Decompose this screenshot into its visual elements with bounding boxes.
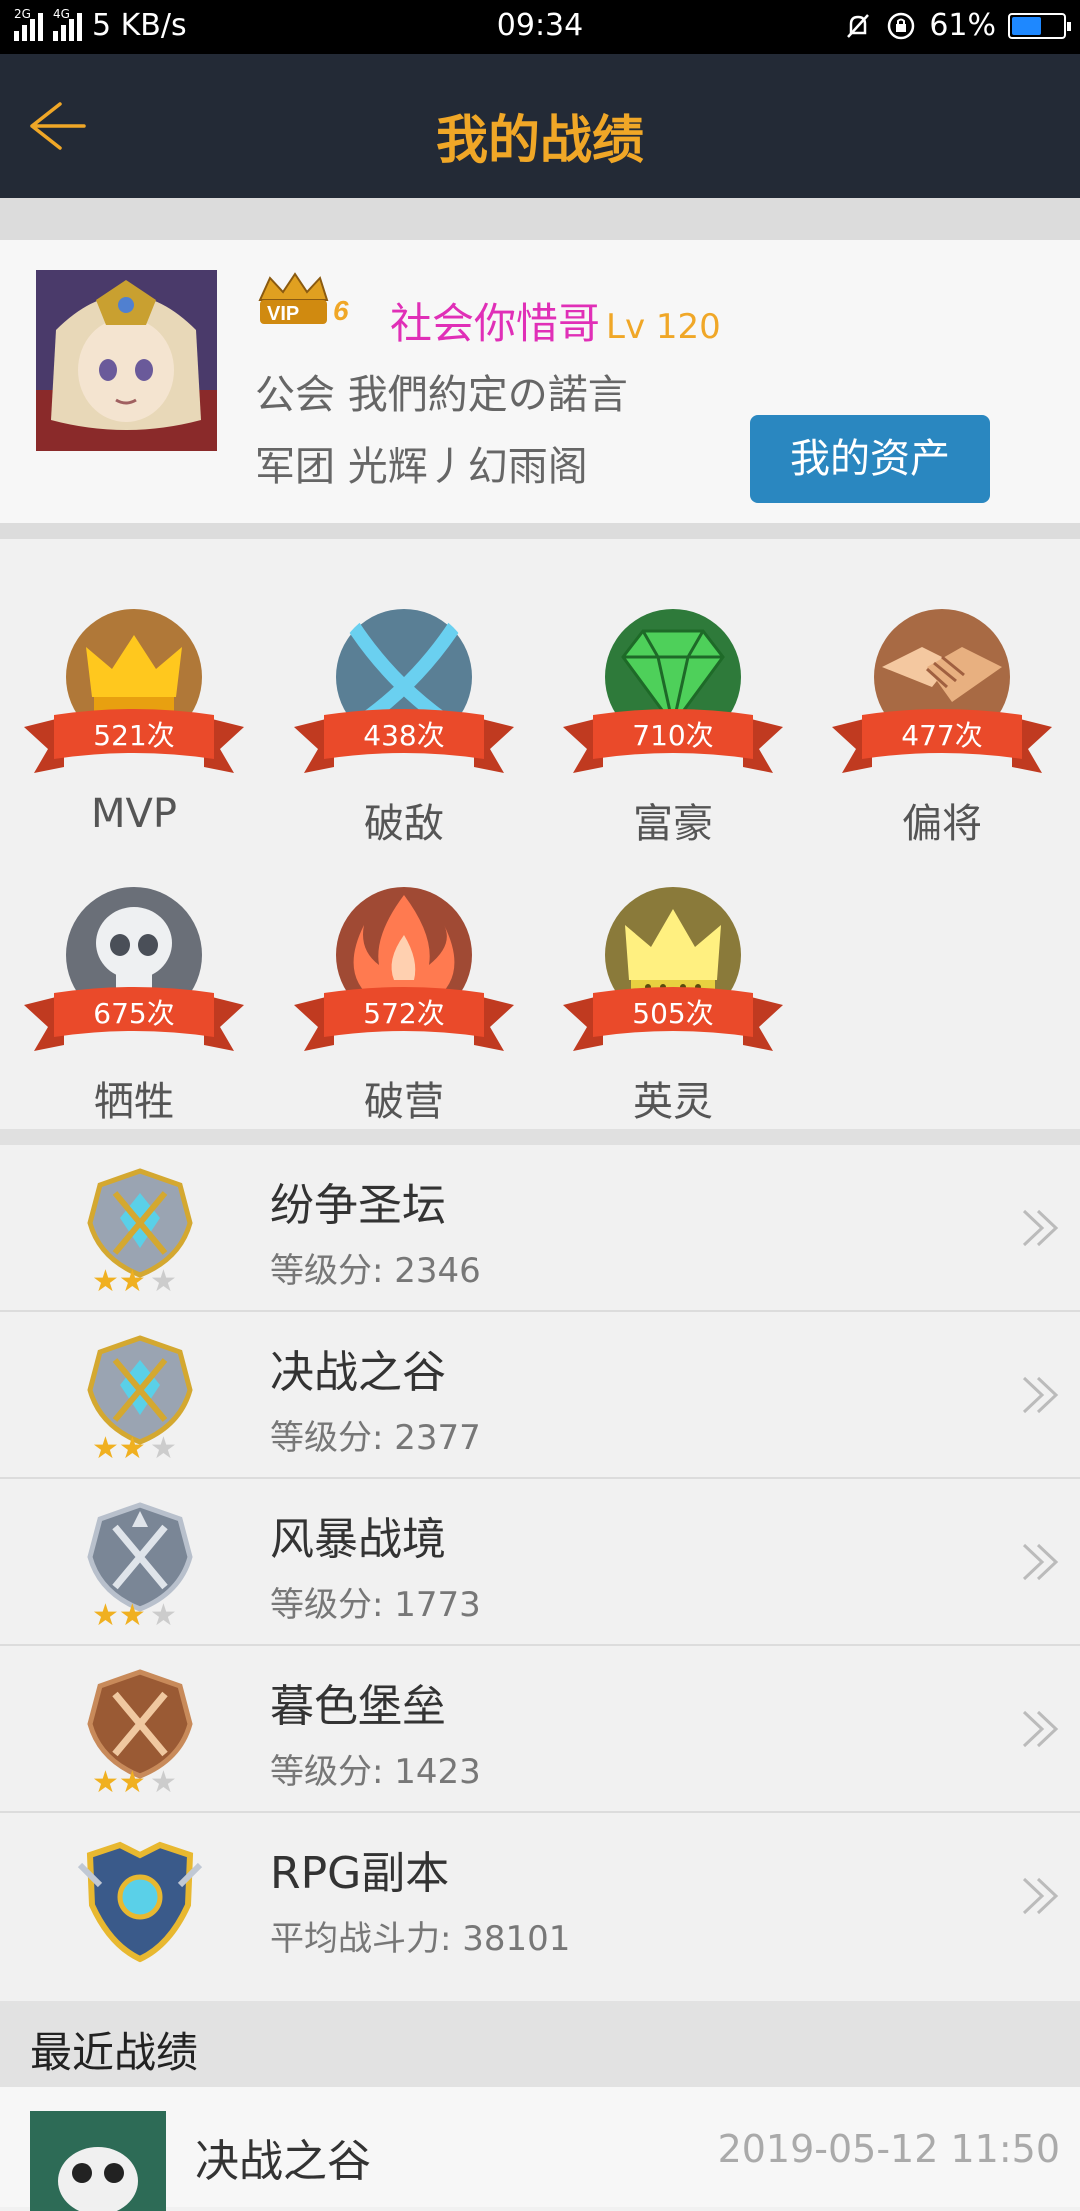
- profile-card: VIP 6 社会你惜哥 Lv 120 公会 我們約定の諾言 军团 光辉丿幻雨阁 我…: [0, 240, 1080, 523]
- section-title: 最近战绩: [30, 2028, 199, 2077]
- badge-label: 破敌: [364, 801, 444, 847]
- svg-text:★: ★: [150, 1264, 177, 1293]
- badge-xisheng[interactable]: 675次 牺牲: [24, 857, 244, 1125]
- battery-percent: 61%: [929, 8, 996, 43]
- badge-count: 675次: [93, 997, 175, 1030]
- badge-label: 偏将: [902, 801, 982, 847]
- badge-fuhao[interactable]: 710次 富豪: [563, 579, 783, 847]
- recent-record-item[interactable]: 决战之谷 2019-05-12 11:50: [0, 2087, 1080, 2211]
- divider: [0, 523, 1080, 539]
- svg-text:★: ★: [150, 1765, 177, 1794]
- status-bar: 2G 4G 5 KB/s 09:34 61%: [0, 0, 1080, 54]
- mode-score: 平均战斗力: 38101: [270, 1919, 571, 1959]
- svg-text:★★: ★★: [92, 1431, 146, 1460]
- mode-name: 风暴战境: [270, 1514, 446, 1565]
- svg-text:★: ★: [150, 1598, 177, 1627]
- silver-gold-emblem-icon: ★★ ★: [87, 1335, 193, 1460]
- badge-label: 英灵: [633, 1079, 713, 1125]
- divider: [0, 198, 1080, 240]
- mode-row[interactable]: ★★ ★ 暮色堡垒 等级分: 1423: [0, 1646, 1080, 1813]
- badge-pianjiang[interactable]: 477次 偏将: [832, 579, 1052, 847]
- navigation-bar: 我的战绩: [0, 54, 1080, 198]
- rotation-lock-icon: [888, 12, 915, 39]
- record-time: 2019-05-12 11:50: [717, 2127, 1060, 2171]
- svg-text:★★: ★★: [92, 1264, 146, 1293]
- divider: [0, 1129, 1080, 1145]
- achievement-badges: 521次 MVP 438次 破敌 710次 富豪 477次 偏将 675次 牺牲…: [0, 539, 1080, 1129]
- silver-emblem-icon: ★★ ★: [87, 1502, 193, 1627]
- mode-score: 等级分: 1423: [270, 1752, 481, 1792]
- record-mode-name: 决战之谷: [195, 2136, 371, 2187]
- badge-mvp[interactable]: 521次 MVP: [24, 579, 244, 839]
- badge-label: 牺牲: [94, 1079, 174, 1125]
- badge-count: 477次: [901, 719, 983, 752]
- mode-name: RPG副本: [270, 1848, 450, 1899]
- svg-text:★★: ★★: [92, 1765, 146, 1794]
- avatar[interactable]: [36, 270, 217, 451]
- player-level: Lv 120: [606, 307, 721, 347]
- clock: 09:34: [496, 8, 584, 43]
- double-chevron-right-icon: [1022, 1376, 1059, 1414]
- vip-badge-icon: VIP 6: [258, 272, 349, 326]
- badge-yingling[interactable]: 505次 英灵: [563, 857, 783, 1125]
- mode-score: 等级分: 2377: [270, 1418, 481, 1458]
- badge-count: 710次: [632, 719, 714, 752]
- mode-name: 暮色堡垒: [270, 1681, 446, 1732]
- badge-count: 505次: [632, 997, 714, 1030]
- mode-score: 等级分: 2346: [270, 1251, 481, 1291]
- badge-count: 438次: [363, 719, 445, 752]
- double-chevron-right-icon: [1022, 1877, 1059, 1915]
- badge-poying[interactable]: 572次 破营: [294, 857, 514, 1125]
- double-chevron-right-icon: [1022, 1543, 1059, 1581]
- silver-gold-emblem-icon: ★★ ★: [87, 1168, 193, 1293]
- mode-name: 决战之谷: [270, 1347, 446, 1398]
- mode-row[interactable]: ★★ ★ 风暴战境 等级分: 1773: [0, 1479, 1080, 1646]
- page-title: 我的战绩: [435, 111, 644, 171]
- gold-emblem-icon: [77, 1841, 203, 1963]
- badge-count: 521次: [93, 719, 175, 752]
- badge-label: MVP: [91, 791, 177, 837]
- badge-label: 破营: [364, 1079, 444, 1125]
- double-chevron-right-icon: [1022, 1710, 1059, 1748]
- vip-level: 6: [333, 295, 349, 326]
- mute-bell-icon: [847, 13, 870, 38]
- hero-thumbnail: [30, 2111, 166, 2211]
- badge-label: 富豪: [633, 801, 713, 847]
- battery-icon: [1008, 12, 1071, 39]
- svg-text:★★: ★★: [92, 1598, 146, 1627]
- player-name-row: 社会你惜哥 Lv 120: [390, 290, 721, 351]
- bronze-emblem-icon: ★★ ★: [87, 1669, 193, 1794]
- mode-score: 等级分: 1773: [270, 1585, 481, 1625]
- mode-row[interactable]: ★★ ★ 决战之谷 等级分: 2377: [0, 1312, 1080, 1479]
- mode-row[interactable]: ★★ ★ 纷争圣坛 等级分: 2346: [0, 1145, 1080, 1312]
- mode-name: 纷争圣坛: [270, 1180, 446, 1231]
- my-assets-button[interactable]: 我的资产: [750, 415, 990, 503]
- player-name: 社会你惜哥: [390, 299, 601, 348]
- badge-count: 572次: [363, 997, 445, 1030]
- vip-label: VIP: [267, 303, 299, 325]
- legion-line: 军团 光辉丿幻雨阁: [255, 444, 588, 490]
- guild-line: 公会 我們約定の諾言: [255, 372, 628, 418]
- recent-records-header: 最近战绩: [0, 2001, 1080, 2087]
- double-chevron-right-icon: [1022, 1209, 1059, 1247]
- svg-text:★: ★: [150, 1431, 177, 1460]
- mode-row[interactable]: RPG副本 平均战斗力: 38101: [0, 1813, 1080, 2001]
- badge-podi[interactable]: 438次 破敌: [294, 579, 514, 847]
